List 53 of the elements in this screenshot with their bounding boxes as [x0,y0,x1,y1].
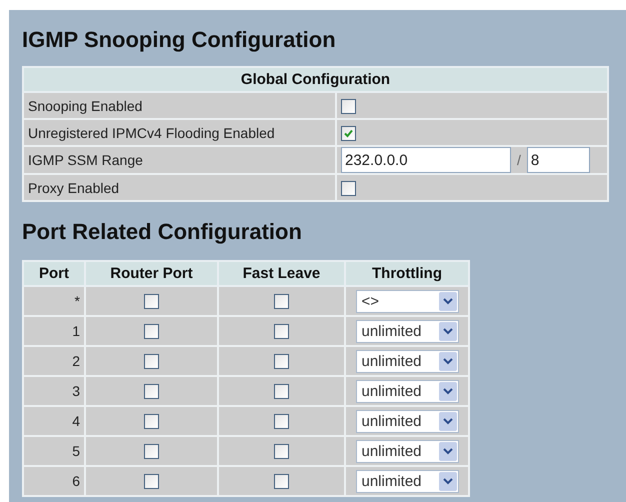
checkbox[interactable] [341,180,356,196]
column-header: Fast Leave [218,261,345,286]
checkbox[interactable] [274,294,289,310]
setting-label: Snooping Enabled [23,92,336,119]
checkbox[interactable] [274,444,289,460]
checkbox[interactable] [144,414,159,430]
throttling-select[interactable]: unlimited [356,440,458,462]
throttling-select[interactable]: unlimited [356,320,458,342]
checkbox[interactable] [274,324,289,340]
dropdown-icon [438,352,456,370]
throttling-select[interactable]: unlimited [356,470,458,492]
column-header: Throttling [345,261,469,286]
throttling-select[interactable]: unlimited [356,350,458,372]
checkbox[interactable] [274,414,289,430]
dropdown-icon [438,292,456,310]
port-number: 1 [72,323,80,339]
dropdown-icon [438,322,456,340]
checkbox[interactable] [144,354,159,370]
port-number: * [74,293,80,309]
checkbox[interactable] [144,324,159,340]
dropdown-icon [438,382,456,400]
check-icon [343,128,354,139]
checkbox[interactable] [144,444,159,460]
throttling-select[interactable]: unlimited [356,410,458,432]
throttling-select[interactable]: <> [356,290,458,312]
prefix-field[interactable]: 8 [526,147,590,173]
checkbox[interactable] [274,474,289,490]
setting-label: Unregistered IPMCv4 Flooding Enabled [23,119,336,146]
section-title: Port Related Configuration [22,218,303,246]
checkbox[interactable] [274,384,289,400]
table-header: Global Configuration [23,67,608,92]
port-number: 2 [72,353,80,369]
throttling-select[interactable]: unlimited [356,380,458,402]
dropdown-icon [438,442,456,460]
checkbox[interactable] [274,354,289,370]
dropdown-icon [438,412,456,430]
checkbox[interactable] [341,126,356,141]
dropdown-icon [438,472,456,490]
checkbox[interactable] [144,294,159,310]
address-field[interactable]: 232.0.0.0 [341,147,511,173]
setting-label: IGMP SSM Range [23,146,336,174]
column-header: Port [23,261,85,286]
port-number: 6 [72,473,80,489]
page-title: IGMP Snooping Configuration [22,26,337,54]
setting-label: Proxy Enabled [23,174,336,201]
port-number: 4 [72,413,80,429]
port-number: 5 [72,443,80,459]
separator: / [517,152,521,168]
checkbox[interactable] [341,98,356,114]
port-number: 3 [72,383,80,399]
checkbox[interactable] [144,384,159,400]
checkbox[interactable] [144,474,159,490]
column-header: Router Port [85,261,218,286]
